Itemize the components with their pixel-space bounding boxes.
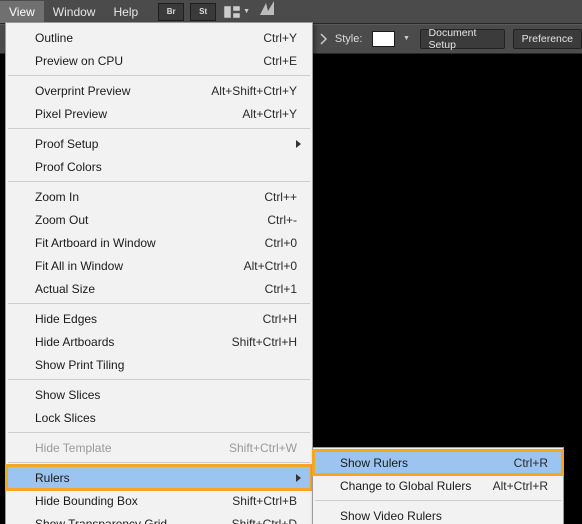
menu-item-fit-all-in-window[interactable]: Fit All in WindowAlt+Ctrl+0 bbox=[7, 254, 311, 277]
menu-item-lock-slices[interactable]: Lock Slices bbox=[7, 406, 311, 429]
menu-item-label: Hide Template bbox=[35, 441, 229, 455]
menu-item-zoom-in[interactable]: Zoom InCtrl++ bbox=[7, 185, 311, 208]
menu-item-proof-setup[interactable]: Proof Setup bbox=[7, 132, 311, 155]
menu-separator bbox=[8, 303, 310, 304]
menu-item-label: Show Slices bbox=[35, 388, 297, 402]
menu-item-shortcut: Ctrl+1 bbox=[265, 282, 297, 296]
menu-item-hide-artboards[interactable]: Hide ArtboardsShift+Ctrl+H bbox=[7, 330, 311, 353]
menu-item-label: Zoom Out bbox=[35, 213, 267, 227]
gpu-performance-icon[interactable] bbox=[258, 1, 276, 22]
menu-item-label: Hide Artboards bbox=[35, 335, 232, 349]
menu-item-fit-artboard-in-window[interactable]: Fit Artboard in WindowCtrl+0 bbox=[7, 231, 311, 254]
menu-separator bbox=[8, 462, 310, 463]
menu-item-label: Zoom In bbox=[35, 190, 264, 204]
menubar-window[interactable]: Window bbox=[44, 1, 105, 23]
menu-item-shortcut: Ctrl+Y bbox=[263, 31, 297, 45]
menu-separator bbox=[8, 432, 310, 433]
menu-item-shortcut: Alt+Ctrl+Y bbox=[242, 107, 297, 121]
style-label: Style: bbox=[335, 33, 363, 45]
menu-separator bbox=[8, 379, 310, 380]
menu-item-shortcut: Alt+Ctrl+R bbox=[493, 479, 548, 493]
document-setup-button[interactable]: Document Setup bbox=[420, 29, 505, 49]
menu-item-label: Outline bbox=[35, 31, 263, 45]
menu-item-shortcut: Shift+Ctrl+W bbox=[229, 441, 297, 455]
menu-item-label: Hide Bounding Box bbox=[35, 494, 232, 508]
menu-item-show-print-tiling[interactable]: Show Print Tiling bbox=[7, 353, 311, 376]
menu-item-label: Lock Slices bbox=[35, 411, 297, 425]
menu-item-label: Change to Global Rulers bbox=[340, 479, 493, 493]
menu-item-actual-size[interactable]: Actual SizeCtrl+1 bbox=[7, 277, 311, 300]
menu-item-pixel-preview[interactable]: Pixel PreviewAlt+Ctrl+Y bbox=[7, 102, 311, 125]
view-menu-panel: OutlineCtrl+YPreview on CPUCtrl+EOverpri… bbox=[5, 22, 313, 524]
menubar-view[interactable]: View bbox=[0, 1, 44, 23]
menu-item-shortcut: Ctrl+E bbox=[263, 54, 297, 68]
menu-separator bbox=[8, 128, 310, 129]
menu-item-label: Proof Colors bbox=[35, 160, 297, 174]
submenu-item-show-video-rulers[interactable]: Show Video Rulers bbox=[314, 504, 562, 524]
menu-separator bbox=[8, 75, 310, 76]
preferences-button[interactable]: Preference bbox=[513, 29, 582, 49]
menubar-icon-group: Br St ▼ bbox=[155, 1, 280, 22]
menu-item-shortcut: Alt+Shift+Ctrl+Y bbox=[211, 84, 297, 98]
submenu-item-show-rulers[interactable]: Show RulersCtrl+R bbox=[314, 451, 562, 474]
menu-item-zoom-out[interactable]: Zoom OutCtrl+- bbox=[7, 208, 311, 231]
menu-item-label: Proof Setup bbox=[35, 137, 297, 151]
menu-item-label: Hide Edges bbox=[35, 312, 263, 326]
menu-item-label: Show Transparency Grid bbox=[35, 517, 232, 524]
menu-item-hide-bounding-box[interactable]: Hide Bounding BoxShift+Ctrl+B bbox=[7, 489, 311, 512]
menu-item-proof-colors[interactable]: Proof Colors bbox=[7, 155, 311, 178]
menu-item-rulers[interactable]: Rulers bbox=[7, 466, 311, 489]
menu-item-label: Show Print Tiling bbox=[35, 358, 297, 372]
stock-icon[interactable]: St bbox=[190, 3, 216, 21]
menubar: View Window Help Br St ▼ bbox=[0, 0, 582, 24]
menu-item-preview-on-cpu[interactable]: Preview on CPUCtrl+E bbox=[7, 49, 311, 72]
menu-item-label: Fit Artboard in Window bbox=[35, 236, 265, 250]
arrange-documents-icon[interactable]: ▼ bbox=[223, 5, 250, 19]
submenu-item-change-to-global-rulers[interactable]: Change to Global RulersAlt+Ctrl+R bbox=[314, 474, 562, 497]
menu-item-shortcut: Ctrl+R bbox=[514, 456, 548, 470]
menubar-help[interactable]: Help bbox=[104, 1, 147, 23]
menu-item-overprint-preview[interactable]: Overprint PreviewAlt+Shift+Ctrl+Y bbox=[7, 79, 311, 102]
menu-item-label: Show Video Rulers bbox=[340, 509, 548, 523]
menu-item-hide-edges[interactable]: Hide EdgesCtrl+H bbox=[7, 307, 311, 330]
menu-item-shortcut: Shift+Ctrl+B bbox=[232, 494, 297, 508]
menu-item-shortcut: Alt+Ctrl+0 bbox=[244, 259, 297, 273]
style-dropdown-icon[interactable]: ▼ bbox=[403, 36, 412, 42]
bridge-icon[interactable]: Br bbox=[158, 3, 184, 21]
menu-item-shortcut: Shift+Ctrl+D bbox=[232, 517, 297, 524]
menu-item-label: Overprint Preview bbox=[35, 84, 211, 98]
menu-item-show-transparency-grid[interactable]: Show Transparency GridShift+Ctrl+D bbox=[7, 512, 311, 524]
menu-item-label: Pixel Preview bbox=[35, 107, 242, 121]
menu-item-outline[interactable]: OutlineCtrl+Y bbox=[7, 26, 311, 49]
app-root: View Window Help Br St ▼ Style: ▼ Doc bbox=[0, 0, 582, 524]
menu-item-label: Fit All in Window bbox=[35, 259, 244, 273]
menu-separator bbox=[8, 181, 310, 182]
rulers-submenu-panel: Show RulersCtrl+RChange to Global Rulers… bbox=[312, 447, 564, 524]
menu-item-shortcut: Ctrl++ bbox=[264, 190, 297, 204]
menu-item-show-slices[interactable]: Show Slices bbox=[7, 383, 311, 406]
menu-item-shortcut: Shift+Ctrl+H bbox=[232, 335, 297, 349]
menu-item-label: Actual Size bbox=[35, 282, 265, 296]
menu-item-shortcut: Ctrl+- bbox=[267, 213, 297, 227]
chevron-right-icon[interactable] bbox=[320, 32, 327, 46]
menu-item-hide-template: Hide TemplateShift+Ctrl+W bbox=[7, 436, 311, 459]
style-swatch[interactable] bbox=[372, 31, 395, 47]
menu-item-label: Show Rulers bbox=[340, 456, 514, 470]
submenu-separator bbox=[315, 500, 561, 501]
menu-item-shortcut: Ctrl+0 bbox=[265, 236, 297, 250]
menu-item-shortcut: Ctrl+H bbox=[263, 312, 297, 326]
menu-item-label: Rulers bbox=[35, 471, 297, 485]
menu-item-label: Preview on CPU bbox=[35, 54, 263, 68]
